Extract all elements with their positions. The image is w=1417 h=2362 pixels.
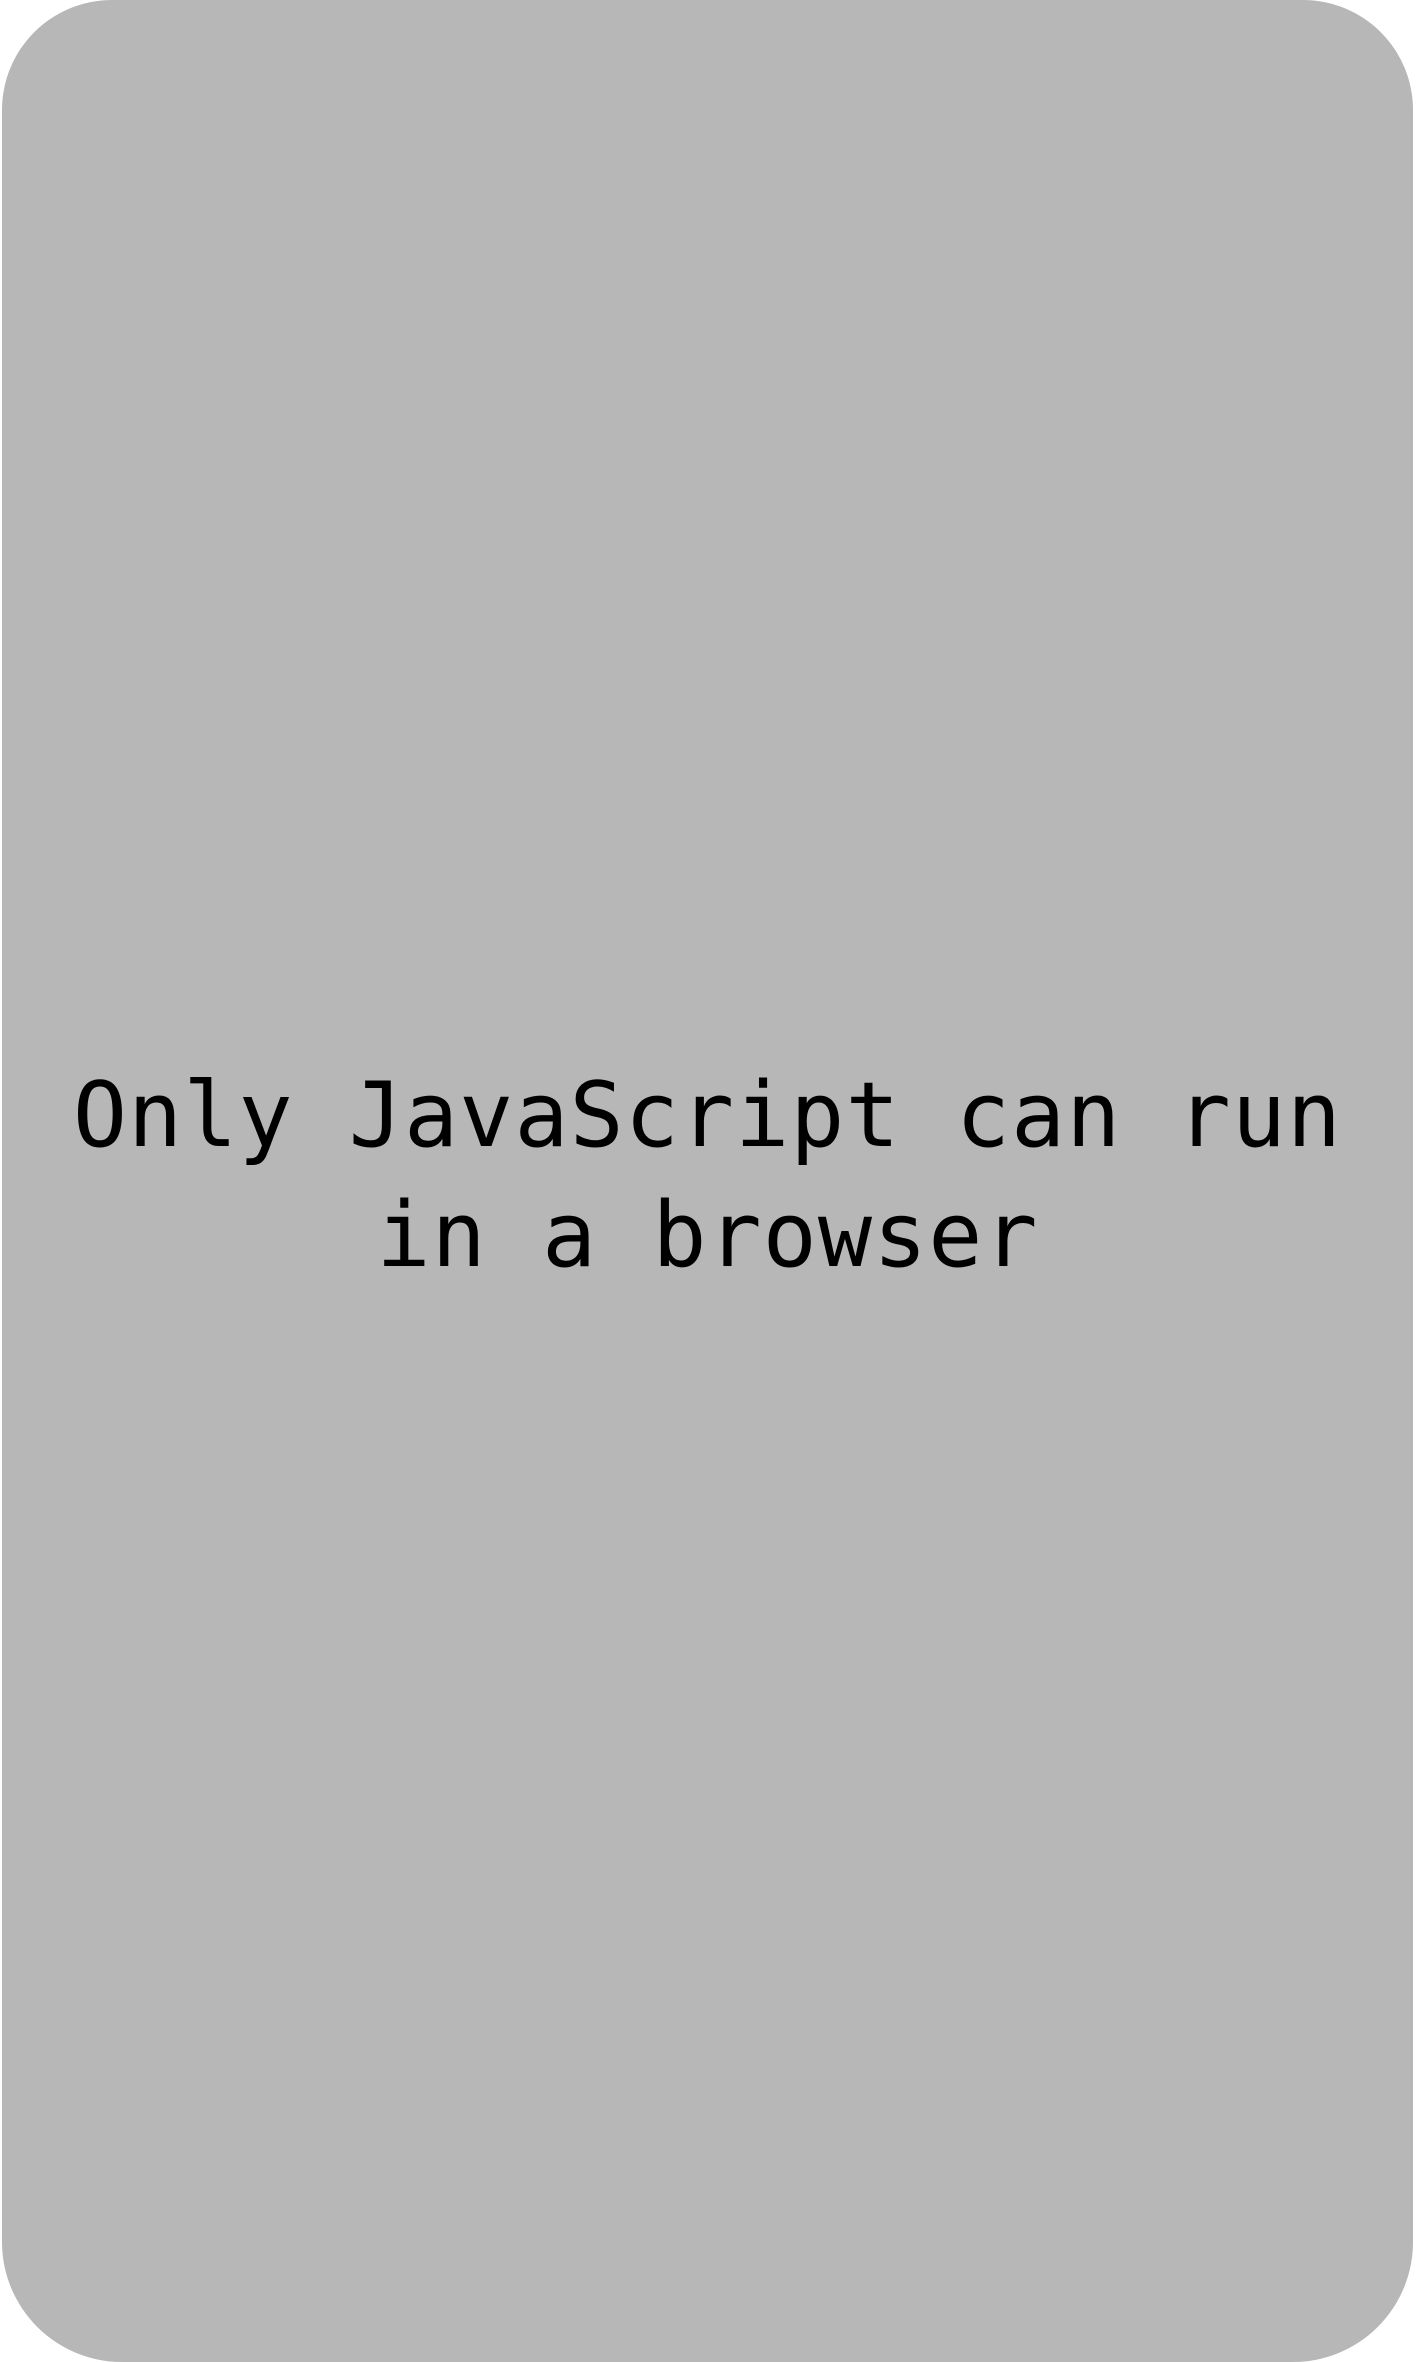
content-card: Only JavaScript can run in a browser	[2, 0, 1413, 2362]
card-message: Only JavaScript can run in a browser	[72, 1063, 1343, 1288]
